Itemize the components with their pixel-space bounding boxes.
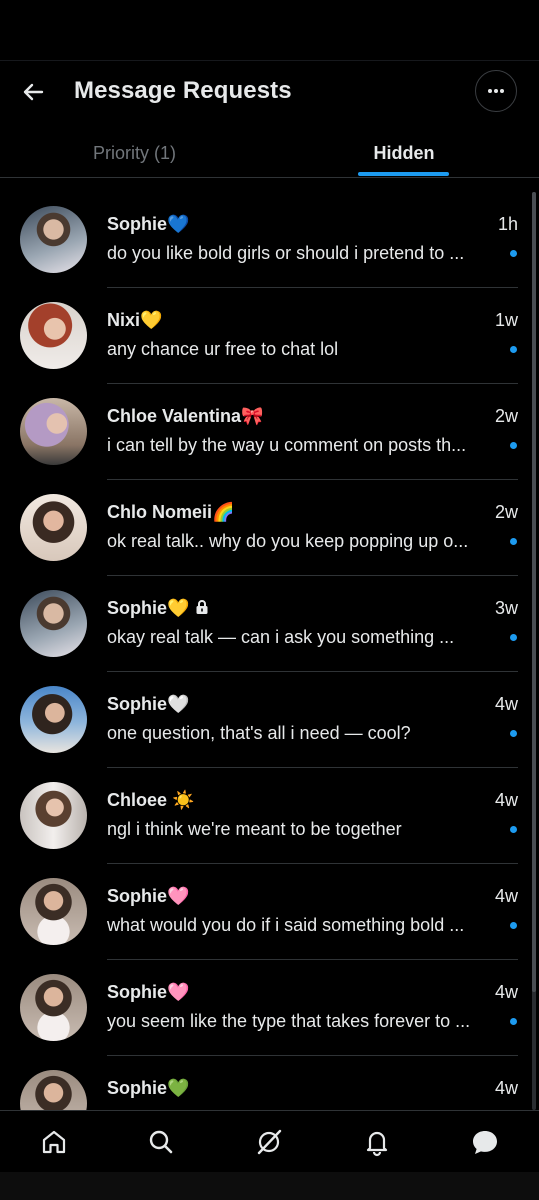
sender-name: Nixi💛: [107, 310, 163, 330]
unread-indicator: [510, 826, 517, 833]
sender-name: Sophie💛: [107, 598, 209, 620]
timestamp: 4w: [494, 694, 518, 714]
avatar[interactable]: [20, 1070, 87, 1110]
unread-indicator: [510, 442, 517, 449]
timestamp: 4w: [494, 982, 518, 1002]
timestamp: 4w: [494, 1078, 518, 1098]
unread-indicator: [510, 730, 517, 737]
timestamp: 2w: [494, 406, 518, 426]
message-preview: any chance ur free to chat lol: [107, 339, 339, 359]
message-preview: okay real talk — can i ask you something…: [107, 627, 455, 647]
message-preview: you seem like the type that takes foreve…: [107, 1011, 471, 1031]
more-options-button[interactable]: [475, 70, 517, 112]
conversation-row[interactable]: Sophie🤍 4w one question, that's all i ne…: [0, 672, 539, 768]
conversation-row[interactable]: Sophie💛 3w okay real talk — can i ask yo…: [0, 576, 539, 672]
timestamp: 4w: [494, 790, 518, 810]
tab-priority[interactable]: Priority (1): [0, 122, 269, 177]
active-tab-indicator: [358, 172, 449, 176]
avatar[interactable]: [20, 974, 87, 1041]
sender-name: Sophie🩷: [107, 886, 190, 906]
unread-indicator: [510, 250, 517, 257]
tab-hidden[interactable]: Hidden: [269, 122, 539, 177]
avatar[interactable]: [20, 398, 87, 465]
search-icon[interactable]: [146, 1127, 176, 1157]
timestamp: 3w: [494, 598, 518, 618]
conversation-row[interactable]: Chloe Valentina🎀 2w i can tell by the wa…: [0, 384, 539, 480]
message-preview: one question, that's all i need — cool?: [107, 723, 411, 743]
sender-name: Chlo Nomeii🌈: [107, 502, 235, 522]
message-preview: ok real talk.. why do you keep popping u…: [107, 531, 469, 551]
conversation-row[interactable]: Chlo Nomeii🌈 2w ok real talk.. why do yo…: [0, 480, 539, 576]
message-preview: what would you do if i said something bo…: [107, 915, 465, 935]
timestamp: 4w: [494, 886, 518, 906]
unread-indicator: [510, 634, 517, 641]
conversation-row[interactable]: Sophie🩷 4w you seem like the type that t…: [0, 960, 539, 1056]
conversation-row[interactable]: Sophie🩷 4w what would you do if i said s…: [0, 864, 539, 960]
status-bar: [0, 0, 539, 60]
avatar[interactable]: [20, 878, 87, 945]
conversation-row[interactable]: Sophie💙 1h do you like bold girls or sho…: [0, 192, 539, 288]
grok-icon[interactable]: [254, 1127, 284, 1157]
avatar[interactable]: [20, 302, 87, 369]
sender-name: Sophie💙: [107, 214, 190, 234]
timestamp: 2w: [494, 502, 518, 522]
more-icon: [488, 89, 504, 93]
scrollbar-thumb[interactable]: [532, 192, 536, 992]
sender-name: Sophie💚: [107, 1078, 190, 1098]
scrollbar[interactable]: [532, 192, 536, 1110]
unread-indicator: [510, 346, 517, 353]
page-title: Message Requests: [74, 77, 292, 104]
sender-name: Sophie🩷: [107, 982, 190, 1002]
messages-icon[interactable]: [470, 1127, 500, 1157]
notifications-icon[interactable]: [362, 1127, 392, 1157]
conversation-list: Sophie💙 1h do you like bold girls or sho…: [0, 192, 539, 1110]
sender-name: Chloee ☀️: [107, 790, 195, 810]
header: Message Requests: [0, 60, 539, 123]
conversation-row[interactable]: Nixi💛 1w any chance ur free to chat lol: [0, 288, 539, 384]
lock-icon: [195, 599, 209, 620]
bottom-nav: [0, 1110, 539, 1173]
avatar[interactable]: [20, 686, 87, 753]
system-navigation-bar: [0, 1172, 539, 1200]
conversation-row[interactable]: Chloee ☀️ 4w ngl i think we're meant to …: [0, 768, 539, 864]
back-arrow-icon[interactable]: [18, 77, 48, 107]
message-preview: ngl i think we're meant to be together: [107, 819, 402, 839]
avatar[interactable]: [20, 590, 87, 657]
home-icon[interactable]: [39, 1127, 69, 1157]
conversation-row[interactable]: Sophie💚 4w: [0, 1056, 539, 1110]
avatar[interactable]: [20, 206, 87, 273]
tab-bar: Priority (1) Hidden: [0, 122, 539, 178]
timestamp: 1h: [497, 214, 518, 234]
unread-indicator: [510, 538, 517, 545]
avatar[interactable]: [20, 782, 87, 849]
message-preview: do you like bold girls or should i prete…: [107, 243, 465, 263]
sender-name: Sophie🤍: [107, 694, 190, 714]
unread-indicator: [510, 1018, 517, 1025]
timestamp: 1w: [494, 310, 518, 330]
sender-name: Chloe Valentina🎀: [107, 406, 264, 426]
message-preview: i can tell by the way u comment on posts…: [107, 435, 467, 455]
unread-indicator: [510, 922, 517, 929]
avatar[interactable]: [20, 494, 87, 561]
